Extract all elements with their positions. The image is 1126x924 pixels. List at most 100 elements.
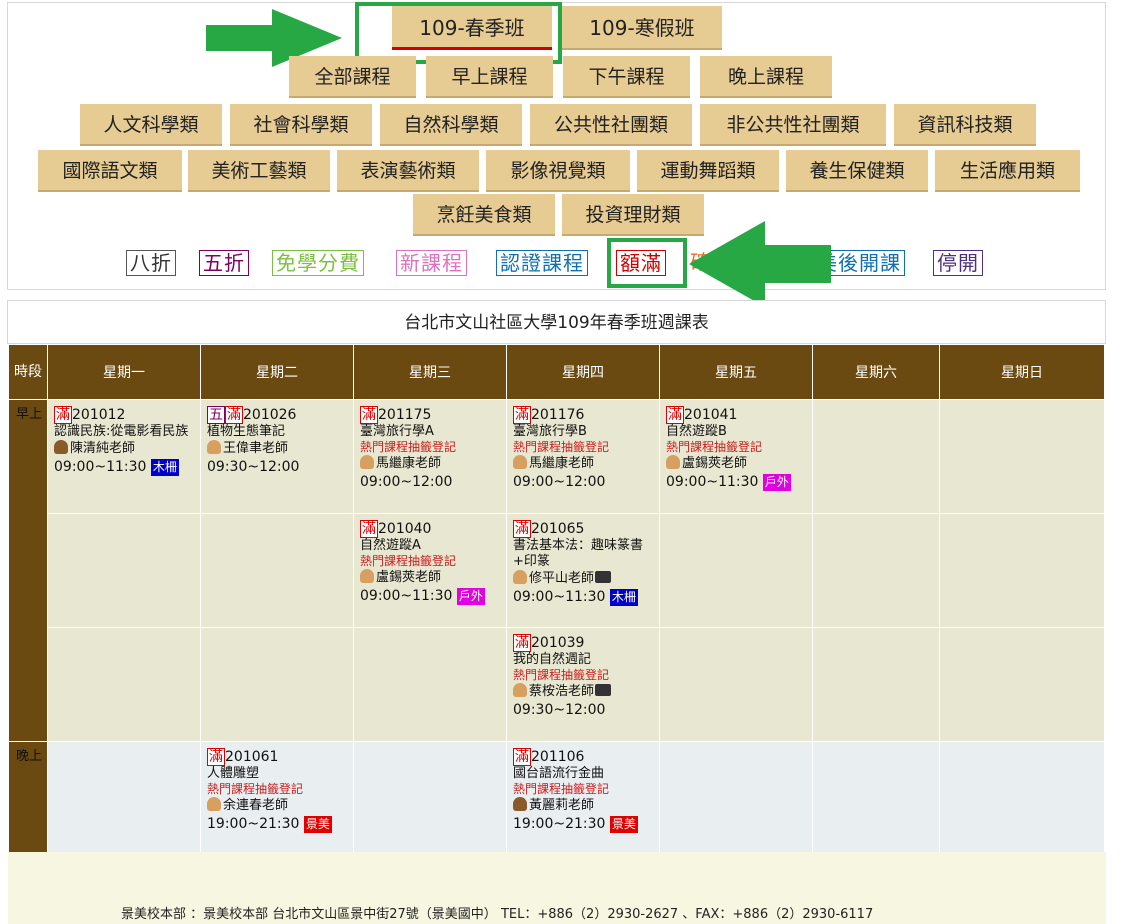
course-time: 09:30~12:00 — [207, 459, 300, 475]
tag-free-credit[interactable]: 免學分費 — [272, 250, 364, 276]
empty-cell — [47, 627, 201, 742]
course-name[interactable]: 臺灣旅行學A — [360, 424, 502, 440]
course-cell[interactable]: 滿 201039 我的自然週記 熱門課程抽籤登記 蔡桉浩老師 09:30~12:0… — [506, 627, 660, 742]
category-finance[interactable]: 投資理財類 — [562, 194, 704, 236]
category-arts-crafts[interactable]: 美術工藝類 — [188, 150, 330, 192]
day-header-mon: 星期一 — [47, 344, 201, 400]
location-badge: 景美 — [303, 816, 332, 833]
full-badge: 滿 — [54, 406, 72, 424]
course-code[interactable]: 201106 — [531, 749, 584, 765]
course-cell[interactable]: 滿 201012 認識民族:從電影看民族 陳清純老師 09:00~11:30 木柵 — [47, 399, 201, 514]
course-code[interactable]: 201012 — [72, 407, 125, 423]
course-cell[interactable]: 滿 201040 自然遊蹤A 熱門課程抽籤登記 盧錫莢老師 09:00~11:30… — [353, 513, 507, 628]
course-time: 09:00~12:00 — [513, 474, 606, 490]
course-code[interactable]: 201026 — [243, 407, 296, 423]
course-code[interactable]: 201065 — [531, 521, 584, 537]
empty-cell — [353, 741, 507, 856]
full-badge: 滿 — [207, 748, 225, 766]
location-badge: 景美 — [609, 816, 638, 833]
course-cell[interactable]: 五滿 201026 植物生態筆記 王偉聿老師 09:30~12:00 — [200, 399, 354, 514]
course-cell[interactable]: 滿 201106 國台語流行金曲 熱門課程抽籤登記 黃麗莉老師 19:00~21:… — [506, 741, 660, 856]
course-code[interactable]: 201039 — [531, 635, 584, 651]
teacher-avatar-icon — [513, 570, 527, 584]
tab-winter-109[interactable]: 109-寒假班 — [562, 6, 722, 50]
course-name[interactable]: 臺灣旅行學B — [513, 424, 655, 440]
teacher-name[interactable]: 盧錫莢老師 — [682, 456, 747, 471]
teacher-name[interactable]: 馬繼康老師 — [529, 456, 594, 471]
full-badge: 滿 — [360, 406, 378, 424]
category-languages[interactable]: 國際語文類 — [38, 150, 182, 192]
teacher-name[interactable]: 王偉聿老師 — [223, 441, 288, 456]
teacher-name[interactable]: 蔡桉浩老師 — [529, 684, 594, 699]
course-cell[interactable]: 滿 201176 臺灣旅行學B 熱門課程抽籤登記 馬繼康老師 09:00~12:0… — [506, 399, 660, 514]
category-performing-arts[interactable]: 表演藝術類 — [337, 150, 479, 192]
category-visual-media[interactable]: 影像視覺類 — [486, 150, 630, 192]
category-health[interactable]: 養生保健類 — [786, 150, 928, 192]
day-header-sat: 星期六 — [812, 344, 940, 400]
filter-afternoon-courses[interactable]: 下午課程 — [563, 56, 690, 98]
course-code[interactable]: 201041 — [684, 407, 737, 423]
hot-course-note: 熱門課程抽籤登記 — [513, 782, 610, 796]
filter-evening-courses[interactable]: 晚上課程 — [700, 56, 832, 98]
course-cell[interactable]: 滿 201065 書法基本法：趣味篆書+印篆 修平山老師 09:00~11:30 … — [506, 513, 660, 628]
teacher-name[interactable]: 余連春老師 — [223, 798, 288, 813]
category-public-clubs[interactable]: 公共性社團類 — [530, 104, 692, 146]
course-name[interactable]: 我的自然週記 — [513, 652, 655, 668]
course-code[interactable]: 201061 — [225, 749, 278, 765]
teacher-avatar-icon — [207, 797, 221, 811]
course-name[interactable]: 自然遊蹤B — [666, 424, 808, 440]
teacher-avatar-icon — [360, 569, 374, 583]
course-name[interactable]: 植物生態筆記 — [207, 424, 349, 440]
empty-cell — [47, 741, 201, 856]
tag-cancelled[interactable]: 停開 — [933, 250, 983, 276]
category-natural-science[interactable]: 自然科學類 — [380, 104, 522, 146]
teacher-name[interactable]: 陳清純老師 — [70, 441, 135, 456]
full-badge: 滿 — [513, 634, 531, 652]
video-camera-icon — [595, 684, 612, 696]
empty-cell — [47, 513, 201, 628]
course-name[interactable]: 國台語流行金曲 — [513, 766, 655, 782]
teacher-name[interactable]: 盧錫莢老師 — [376, 570, 441, 585]
location-badge: 木柵 — [609, 589, 638, 606]
course-name[interactable]: 自然遊蹤A — [360, 538, 502, 554]
empty-cell — [939, 513, 1105, 628]
teacher-name[interactable]: 馬繼康老師 — [376, 456, 441, 471]
course-cell[interactable]: 滿 201061 人體雕塑 熱門課程抽籤登記 余連春老師 19:00~21:30 … — [200, 741, 354, 856]
tag-new-course[interactable]: 新課程 — [396, 250, 467, 276]
filter-all-courses[interactable]: 全部課程 — [289, 56, 416, 98]
category-cooking[interactable]: 烹飪美食類 — [413, 194, 555, 236]
category-humanities[interactable]: 人文科學類 — [80, 104, 222, 146]
course-time: 19:00~21:30 — [513, 816, 606, 832]
hot-course-note: 熱門課程抽籤登記 — [360, 554, 457, 568]
course-name[interactable]: 認識民族:從電影看民族 — [54, 424, 196, 440]
teacher-name[interactable]: 修平山老師 — [529, 571, 594, 586]
category-it[interactable]: 資訊科技類 — [894, 104, 1036, 146]
teacher-avatar-icon — [513, 683, 527, 697]
tag-50-off[interactable]: 五折 — [199, 250, 249, 276]
full-badge: 滿 — [513, 748, 531, 766]
empty-cell — [659, 513, 813, 628]
highlight-box-full — [607, 238, 687, 288]
course-code[interactable]: 201040 — [378, 521, 431, 537]
course-name[interactable]: 書法基本法：趣味篆書+印篆 — [513, 538, 653, 570]
category-social-science[interactable]: 社會科學類 — [230, 104, 372, 146]
empty-cell — [200, 513, 354, 628]
course-code[interactable]: 201176 — [531, 407, 584, 423]
tag-certified[interactable]: 認證課程 — [496, 250, 588, 276]
day-header-thu: 星期四 — [506, 344, 660, 400]
period-header: 時段 — [8, 344, 48, 400]
category-sports-dance[interactable]: 運動舞蹈類 — [637, 150, 779, 192]
course-time: 09:00~12:00 — [360, 474, 453, 490]
teacher-name[interactable]: 黃麗莉老師 — [529, 798, 594, 813]
tag-20-off[interactable]: 八折 — [126, 250, 176, 276]
course-name[interactable]: 人體雕塑 — [207, 766, 349, 782]
hot-course-note: 熱門課程抽籤登記 — [666, 440, 763, 454]
category-life-skills[interactable]: 生活應用類 — [935, 150, 1080, 192]
course-cell[interactable]: 滿 201041 自然遊蹤B 熱門課程抽籤登記 盧錫莢老師 09:00~11:30… — [659, 399, 813, 514]
category-private-clubs[interactable]: 非公共性社團類 — [700, 104, 886, 146]
filter-morning-courses[interactable]: 早上課程 — [426, 56, 553, 98]
hot-course-note: 熱門課程抽籤登記 — [513, 440, 610, 454]
empty-cell — [939, 399, 1105, 514]
course-cell[interactable]: 滿 201175 臺灣旅行學A 熱門課程抽籤登記 馬繼康老師 09:00~12:0… — [353, 399, 507, 514]
course-code[interactable]: 201175 — [378, 407, 431, 423]
